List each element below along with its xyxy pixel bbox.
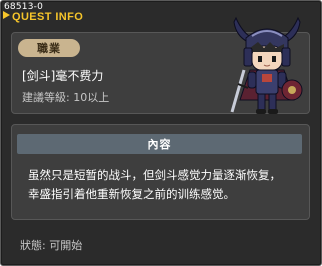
window-title: QUEST INFO [12, 11, 84, 23]
npc-portrait [230, 16, 303, 114]
quest-description-line: 幸盛指引着他重新恢复之前的训练感觉。 [28, 187, 235, 201]
title-arrow-icon [3, 11, 10, 19]
quest-name: [剑斗]毫不费力 [22, 69, 104, 83]
job-badge: 職業 [18, 39, 80, 57]
quest-description: 虽然只是短暂的战斗，但剑斗感觉力量逐渐恢复， 幸盛指引着他重新恢复之前的训练感觉… [28, 166, 308, 204]
recommended-level: 建議等級: 10以上 [22, 91, 110, 104]
quest-description-line: 虽然只是短暂的战斗，但剑斗感觉力量逐渐恢复， [28, 168, 281, 182]
quest-status: 狀態: 可開始 [20, 239, 83, 252]
content-header: 內容 [17, 134, 302, 154]
